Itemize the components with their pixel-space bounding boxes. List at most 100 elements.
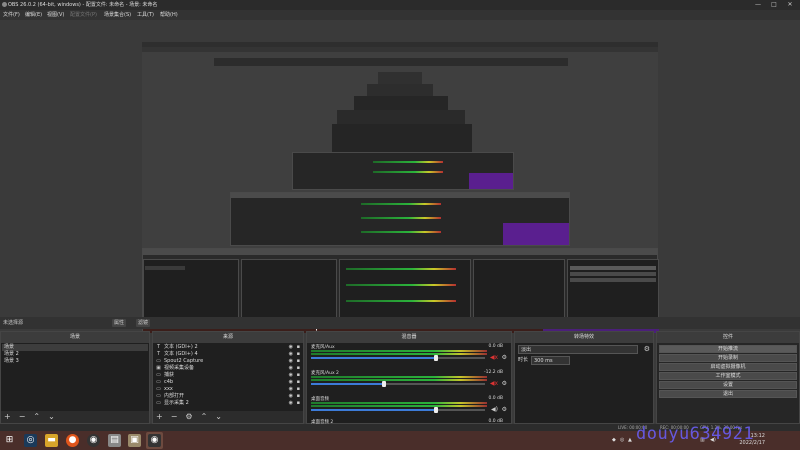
start-recording-button[interactable]: 开始录制 [659, 354, 797, 362]
speaker-icon[interactable]: ◀) [491, 406, 498, 413]
source-item[interactable]: ▣ 视频采集设备 ◉ ▪ [154, 365, 302, 372]
source-item[interactable]: ▭ 内部打开 ◉ ▪ [154, 393, 302, 400]
transition-row: 淡出 ⚙ [518, 345, 650, 354]
visibility-eye-icon[interactable]: ◉ [289, 351, 293, 358]
visibility-eye-icon[interactable]: ◉ [289, 393, 293, 400]
lock-icon[interactable]: ▪ [297, 351, 300, 358]
visibility-eye-icon[interactable]: ◉ [289, 365, 293, 372]
nested-preview-level3 [337, 110, 465, 124]
source-item[interactable]: ▭ xxx ◉ ▪ [154, 386, 302, 393]
add-source-button[interactable]: + [156, 412, 163, 421]
move-down-button[interactable]: ⌄ [48, 412, 55, 421]
menu-help[interactable]: 帮助(H) [160, 10, 178, 20]
preview-area[interactable]: douyu634921 [0, 20, 800, 333]
source-item[interactable]: T 文本 (GDI+) 2 ◉ ▪ [154, 344, 302, 351]
properties-button[interactable]: 属性 [112, 319, 127, 327]
firefox-icon[interactable]: ● [66, 434, 79, 447]
exit-button[interactable]: 退出 [659, 390, 797, 398]
channel-settings-gear-icon[interactable]: ⚙ [502, 380, 507, 387]
capture-source-icon: ▭ [156, 372, 161, 378]
obs-logo-icon [2, 2, 7, 7]
obs-taskbar-icon[interactable]: ◉ [87, 434, 100, 447]
volume-slider[interactable] [311, 407, 485, 413]
start-streaming-button[interactable]: 开始推流 [659, 345, 797, 353]
muted-speaker-icon[interactable]: ◀x [490, 380, 498, 387]
windows-start-icon[interactable]: ⊞ [3, 434, 16, 447]
channel-db: 0.0 dB [488, 344, 503, 349]
muted-speaker-icon[interactable]: ◀x [490, 354, 498, 361]
add-scene-button[interactable]: + [4, 412, 11, 421]
channel-settings-gear-icon[interactable]: ⚙ [502, 354, 507, 361]
source-settings-gear-icon[interactable]: ⚙ [185, 412, 192, 421]
nested-sources-dock [241, 259, 337, 321]
menu-edit[interactable]: 编辑(E) [25, 10, 42, 20]
context-bar: 未选择源 属性 滤镜 [0, 317, 800, 329]
nested-meter [361, 231, 441, 233]
steam-icon[interactable]: ◎ [24, 434, 37, 447]
lock-icon[interactable]: ▪ [297, 372, 300, 379]
lock-icon[interactable]: ▪ [297, 386, 300, 393]
move-down-button[interactable]: ⌄ [215, 412, 222, 421]
nested-control-button [570, 272, 656, 276]
lock-icon[interactable]: ▪ [297, 365, 300, 372]
filters-button[interactable]: 滤镜 [136, 319, 151, 327]
scene-transitions-dock: 转场特效 淡出 ⚙ 时长 300 ms [514, 331, 654, 424]
menu-view[interactable]: 视图(V) [47, 10, 64, 20]
source-item[interactable]: ▭ c4b ◉ ▪ [154, 379, 302, 386]
settings-button[interactable]: 设置 [659, 381, 797, 389]
volume-knob[interactable] [434, 407, 439, 413]
scene-item[interactable]: 场景 3 [2, 358, 148, 365]
sources-list[interactable]: T 文本 (GDI+) 2 ◉ ▪ T 文本 (GDI+) 4 ◉ ▪ ▭ Spout2 Ca… [153, 343, 303, 411]
menu-scene-collection[interactable]: 场景集合(S) [104, 10, 131, 20]
duration-row: 时长 300 ms [518, 356, 650, 365]
lock-icon[interactable]: ▪ [297, 400, 300, 407]
maximize-button[interactable]: □ [768, 0, 780, 10]
scenes-list[interactable]: 场景 场景 2 场景 3 [1, 343, 149, 411]
visibility-eye-icon[interactable]: ◉ [289, 372, 293, 379]
remove-source-button[interactable]: − [171, 412, 178, 421]
visibility-eye-icon[interactable]: ◉ [289, 379, 293, 386]
channel-settings-gear-icon[interactable]: ⚙ [502, 406, 507, 413]
menu-profile[interactable]: 配置文件(P) [70, 10, 97, 20]
menu-file[interactable]: 文件(F) [3, 10, 20, 20]
lock-icon[interactable]: ▪ [297, 358, 300, 365]
scene-item[interactable]: 场景 2 [2, 351, 148, 358]
source-item[interactable]: ▭ Spout2 Capture ◉ ▪ [154, 358, 302, 365]
lock-icon[interactable]: ▪ [297, 393, 300, 400]
transition-select[interactable]: 淡出 [518, 345, 638, 354]
app-taskbar-icon[interactable]: ▣ [128, 434, 141, 447]
studio-mode-button[interactable]: 工作室模式 [659, 372, 797, 380]
volume-slider[interactable] [311, 355, 485, 361]
source-item[interactable]: ▭ 捕获 ◉ ▪ [154, 372, 302, 379]
visibility-eye-icon[interactable]: ◉ [289, 344, 293, 351]
remove-scene-button[interactable]: − [19, 412, 26, 421]
volume-knob[interactable] [382, 381, 387, 387]
menu-tools[interactable]: 工具(T) [137, 10, 154, 20]
lock-icon[interactable]: ▪ [297, 344, 300, 351]
obs-active-icon[interactable]: ◉ [148, 434, 161, 447]
visibility-eye-icon[interactable]: ◉ [289, 358, 293, 365]
lock-icon[interactable]: ▪ [297, 379, 300, 386]
visibility-eye-icon[interactable]: ◉ [289, 400, 293, 407]
app-taskbar-icon[interactable]: ▤ [108, 434, 121, 447]
move-up-button[interactable]: ⌃ [33, 412, 40, 421]
minimize-button[interactable]: — [752, 0, 764, 10]
visibility-eye-icon[interactable]: ◉ [289, 386, 293, 393]
volume-slider[interactable] [311, 381, 485, 387]
nested-meter [361, 203, 441, 205]
close-button[interactable]: ✕ [784, 0, 796, 10]
tray-steam-icon[interactable]: ◎ [620, 431, 624, 450]
file-explorer-icon[interactable]: ▬ [45, 434, 58, 447]
transition-settings-gear-icon[interactable]: ⚙ [644, 345, 650, 354]
start-virtual-camera-button[interactable]: 启动虚拟摄像机 [659, 363, 797, 371]
scene-item[interactable]: 场景 [2, 344, 148, 351]
tray-icon[interactable]: ▲ [628, 431, 632, 450]
preview-canvas[interactable] [142, 42, 659, 333]
move-up-button[interactable]: ⌃ [201, 412, 208, 421]
tray-red-icon[interactable]: ◆ [612, 431, 616, 450]
duration-input[interactable]: 300 ms [531, 356, 570, 365]
volume-knob[interactable] [434, 355, 439, 361]
scenes-dock: 场景 场景 场景 2 场景 3 + − ⌃ ⌄ [0, 331, 150, 424]
source-item[interactable]: ▭ 显示采集 2 ◉ ▪ [154, 400, 302, 407]
source-item[interactable]: T 文本 (GDI+) 4 ◉ ▪ [154, 351, 302, 358]
